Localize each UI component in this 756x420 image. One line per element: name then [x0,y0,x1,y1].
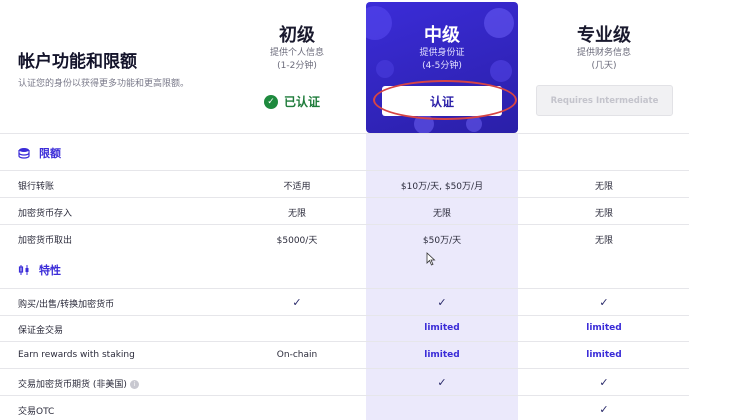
check-icon: ✓ [599,376,609,389]
cell-basic: 不适用 [283,182,311,192]
check-circle-icon: ✓ [264,94,278,109]
divider [0,368,689,369]
tier-intermediate-desc: 提供身份证 [419,48,465,58]
info-icon[interactable]: i [129,380,139,389]
check-icon: ✓ [437,296,447,309]
section-features-title: 特性 [39,264,61,277]
tier-intermediate-name: 中级 [424,25,460,46]
cell-intermediate: limited [424,350,460,360]
row-label: 交易加密货币期货 (非美国) i [18,377,139,390]
cell-basic: $5000/天 [276,236,318,246]
divider [0,224,689,225]
section-features-header: 特性 [18,262,61,278]
cell-pro: limited [586,350,622,360]
row-label-text: 交易加密货币期货 (非美国) [18,380,127,390]
divider [0,197,689,198]
page-subtitle: 认证您的身份以获得更多功能和更高限额。 [18,79,190,89]
tier-basic-name: 初级 [279,25,315,46]
page-title: 帐户功能和限额 [18,52,137,72]
requires-intermediate-button[interactable]: Requires Intermediate [536,85,673,116]
cell-basic: 无限 [287,209,306,219]
cell-intermediate: limited [424,323,460,333]
cell-pro: limited [586,323,622,333]
cell-pro: 无限 [594,236,613,246]
tier-basic-time: (1-2分钟) [277,61,317,71]
verified-status: ✓ 已认证 [264,93,320,110]
check-icon: ✓ [437,376,447,389]
divider [0,133,689,134]
divider [0,395,689,396]
highlight-annotation [373,80,517,120]
row-label: 购买/出售/转换加密货币 [18,300,115,310]
tier-basic-desc: 提供个人信息 [269,48,324,58]
cell-pro: 无限 [594,209,613,219]
check-icon: ✓ [292,296,302,309]
check-icon: ✓ [599,296,609,309]
coins-icon [18,148,30,159]
tier-intermediate-time: (4-5分钟) [422,61,462,71]
section-limits-title: 限额 [39,147,61,160]
mouse-cursor-icon [426,252,436,266]
divider [0,288,689,289]
cell-intermediate: 无限 [432,209,451,219]
tier-pro-time: (几天) [591,61,617,71]
row-label: 加密货币存入 [18,209,73,219]
cell-pro: 无限 [594,182,613,192]
row-label: Earn rewards with staking [18,350,135,360]
row-label: 交易OTC [18,407,55,417]
divider [0,170,689,171]
divider [0,341,689,342]
row-label: 加密货币取出 [18,236,73,246]
tier-pro-name: 专业级 [577,25,631,46]
row-label: 保证金交易 [18,326,64,336]
cell-intermediate: $50万/天 [422,236,462,246]
section-limits-header: 限额 [18,145,61,161]
check-icon: ✓ [599,403,609,416]
candlestick-icon [18,265,29,275]
cell-basic: On-chain [276,350,318,360]
row-label: 银行转账 [18,182,55,192]
cell-intermediate: $10万/天, $50万/月 [400,182,484,192]
verified-label: 已认证 [284,95,321,109]
tier-pro-desc: 提供财务信息 [576,48,631,58]
divider [0,315,689,316]
